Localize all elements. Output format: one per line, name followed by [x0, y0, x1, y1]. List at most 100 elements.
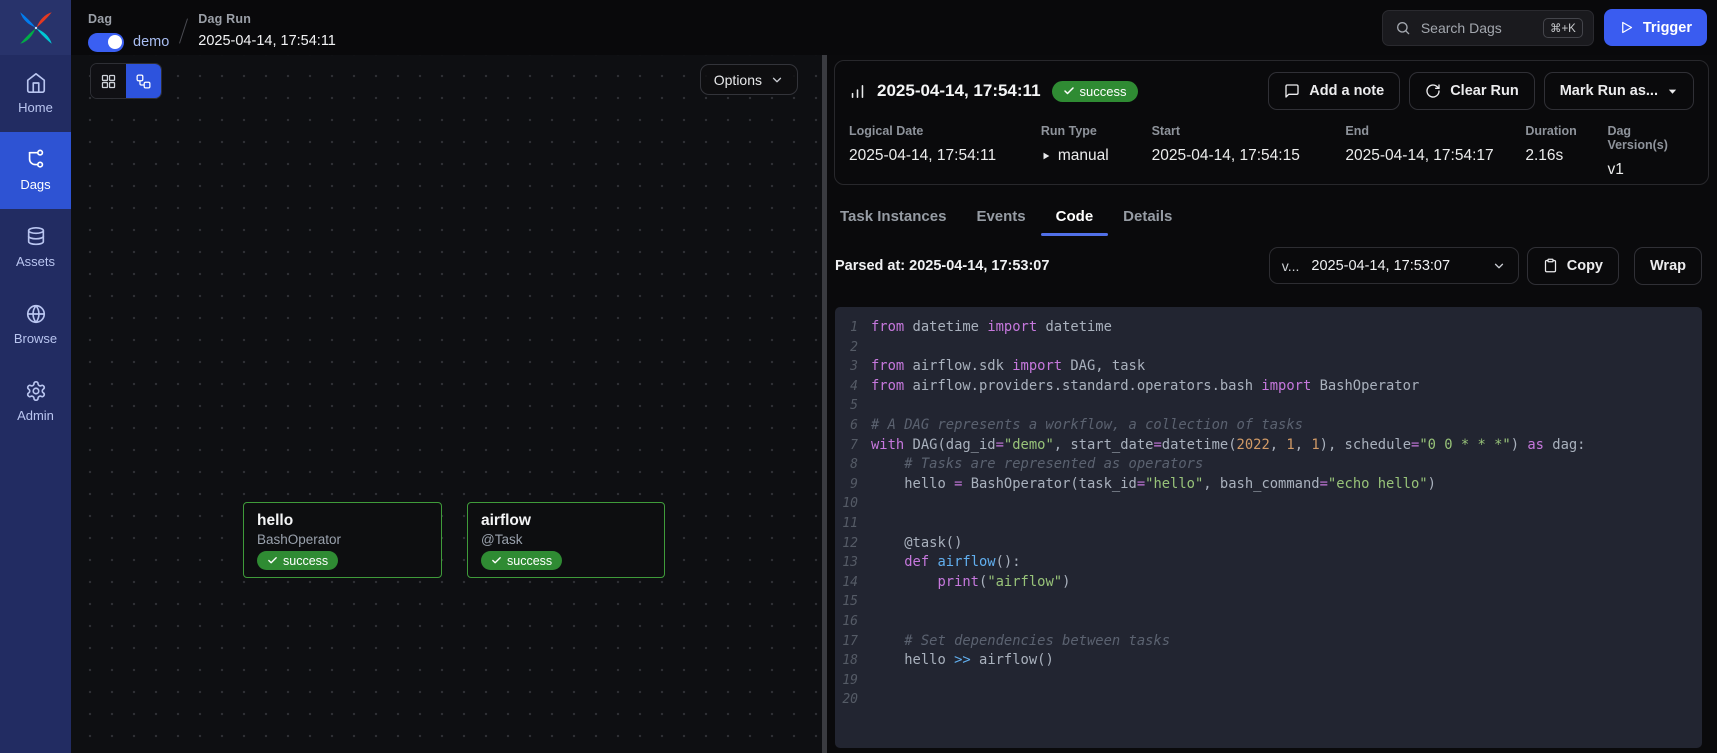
tab-events[interactable]: Events — [961, 200, 1040, 236]
add-note-label: Add a note — [1309, 83, 1384, 99]
meta-label-dag-versions: Dag Version(s) — [1607, 124, 1694, 152]
task-node-hello[interactable]: hello BashOperator success — [243, 502, 442, 578]
sidebar-item-admin[interactable]: Admin — [0, 363, 71, 440]
breadcrumb-dag-label: Dag — [88, 12, 169, 26]
dag-source-code: 1from datetime import datetime23from air… — [835, 318, 1702, 710]
chevron-down-icon — [1492, 259, 1506, 273]
trigger-label: Trigger — [1643, 20, 1692, 36]
top-header: Dag demo Dag Run 2025-04-14, 17:54:11 Se… — [0, 0, 1717, 55]
breadcrumb-dagrun-label: Dag Run — [198, 12, 336, 26]
sidebar-item-label: Browse — [14, 331, 57, 346]
code-line: 18 hello >> airflow() — [835, 651, 1702, 671]
dag-pause-toggle[interactable] — [88, 33, 124, 52]
code-line: 8 # Tasks are represented as operators — [835, 455, 1702, 475]
sidebar-item-label: Assets — [16, 254, 55, 269]
sidebar-item-assets[interactable]: Assets — [0, 209, 71, 286]
task-status-badge: success — [257, 551, 338, 570]
add-note-button[interactable]: Add a note — [1268, 72, 1400, 110]
tab-details[interactable]: Details — [1108, 200, 1187, 236]
clear-run-label: Clear Run — [1450, 83, 1519, 99]
graph-options-button[interactable]: Options — [700, 64, 798, 95]
code-line: 16 — [835, 612, 1702, 632]
code-line: 14 print("airflow") — [835, 573, 1702, 593]
meta-value-end: 2025-04-14, 17:54:17 — [1345, 147, 1525, 165]
code-line: 9 hello = BashOperator(task_id="hello", … — [835, 475, 1702, 495]
code-line: 17 # Set dependencies between tasks — [835, 632, 1702, 652]
task-node-operator: @Task — [481, 532, 651, 547]
version-value: 2025-04-14, 17:53:07 — [1311, 258, 1479, 274]
code-line: 10 — [835, 494, 1702, 514]
run-summary-card: 2025-04-14, 17:54:11 success Add a note … — [834, 60, 1709, 185]
caret-down-icon — [1667, 86, 1678, 97]
meta-label-duration: Duration — [1525, 124, 1607, 138]
parsed-at-text: Parsed at: 2025-04-14, 17:53:07 — [835, 258, 1049, 274]
code-line: 19 — [835, 671, 1702, 691]
tab-task-instances[interactable]: Task Instances — [835, 200, 961, 236]
grid-view-button[interactable] — [91, 64, 126, 98]
copy-label: Copy — [1567, 258, 1603, 274]
code-line: 2 — [835, 338, 1702, 358]
code-toolbar: Parsed at: 2025-04-14, 17:53:07 v... 202… — [835, 247, 1702, 284]
wrap-code-button[interactable]: Wrap — [1634, 247, 1702, 285]
code-line: 4from airflow.providers.standard.operato… — [835, 377, 1702, 397]
database-icon — [25, 226, 47, 248]
code-line: 5 — [835, 396, 1702, 416]
sidebar-nav: Home Dags Assets Browse Admin — [0, 55, 71, 753]
dag-graph-canvas[interactable]: Options hello BashOperator success airfl… — [71, 55, 822, 753]
clear-run-button[interactable]: Clear Run — [1409, 72, 1535, 110]
gear-icon — [25, 380, 47, 402]
chevron-down-icon — [770, 73, 784, 87]
meta-label-end: End — [1345, 124, 1525, 138]
search-placeholder: Search Dags — [1421, 20, 1533, 36]
run-status-badge: success — [1052, 81, 1138, 102]
bar-chart-icon — [849, 83, 866, 100]
breadcrumb-dagrun-value: 2025-04-14, 17:54:11 — [198, 33, 336, 49]
note-bubble-icon — [1284, 83, 1300, 99]
code-line: 20 — [835, 690, 1702, 710]
airflow-logo[interactable] — [0, 0, 71, 55]
copy-code-button[interactable]: Copy — [1527, 247, 1619, 285]
task-node-airflow[interactable]: airflow @Task success — [467, 502, 665, 578]
meta-label-logical-date: Logical Date — [849, 124, 1041, 138]
clipboard-icon — [1543, 258, 1558, 273]
dag-run-detail-panel: 2025-04-14, 17:54:11 success Add a note … — [827, 55, 1717, 753]
meta-value-logical-date: 2025-04-14, 17:54:11 — [849, 147, 1041, 165]
breadcrumb: Dag demo Dag Run 2025-04-14, 17:54:11 — [88, 4, 336, 52]
toggle-knob — [108, 35, 122, 49]
sidebar-item-home[interactable]: Home — [0, 55, 71, 132]
check-icon — [491, 555, 502, 566]
code-line: 7with DAG(dag_id="demo", start_date=date… — [835, 436, 1702, 456]
meta-value-dag-versions: v1 — [1607, 161, 1694, 179]
run-detail-tabs: Task Instances Events Code Details — [835, 200, 1187, 236]
task-node-title: airflow — [481, 512, 651, 530]
manual-run-play-icon — [1041, 151, 1051, 161]
dags-icon — [25, 149, 47, 171]
search-icon — [1395, 20, 1411, 36]
mark-run-as-button[interactable]: Mark Run as... — [1544, 72, 1694, 110]
code-line: 1from datetime import datetime — [835, 318, 1702, 338]
dag-source-code-viewer[interactable]: 1from datetime import datetime23from air… — [835, 307, 1702, 748]
search-shortcut-badge: ⌘+K — [1543, 18, 1583, 38]
sidebar-item-label: Dags — [20, 177, 50, 192]
grid-icon — [100, 73, 117, 90]
breadcrumb-dag-name-link[interactable]: demo — [133, 34, 169, 50]
trigger-button[interactable]: Trigger — [1604, 9, 1707, 46]
code-line: 3from airflow.sdk import DAG, task — [835, 357, 1702, 377]
meta-label-run-type: Run Type — [1041, 124, 1152, 138]
code-line: 11 — [835, 514, 1702, 534]
check-icon — [267, 555, 278, 566]
sidebar-item-dags[interactable]: Dags — [0, 132, 71, 209]
breadcrumb-separator — [179, 18, 188, 43]
task-node-operator: BashOperator — [257, 532, 428, 547]
dag-version-select[interactable]: v... 2025-04-14, 17:53:07 — [1269, 247, 1519, 284]
task-node-title: hello — [257, 512, 428, 530]
search-dags-input[interactable]: Search Dags ⌘+K — [1382, 10, 1594, 46]
play-icon — [1619, 20, 1634, 35]
code-line: 12 @task() — [835, 534, 1702, 554]
sidebar-item-browse[interactable]: Browse — [0, 286, 71, 363]
meta-value-start: 2025-04-14, 17:54:15 — [1152, 147, 1346, 165]
meta-value-duration: 2.16s — [1525, 147, 1607, 165]
code-line: 13 def airflow(): — [835, 553, 1702, 573]
graph-view-button[interactable] — [126, 64, 161, 98]
tab-code[interactable]: Code — [1041, 200, 1109, 236]
